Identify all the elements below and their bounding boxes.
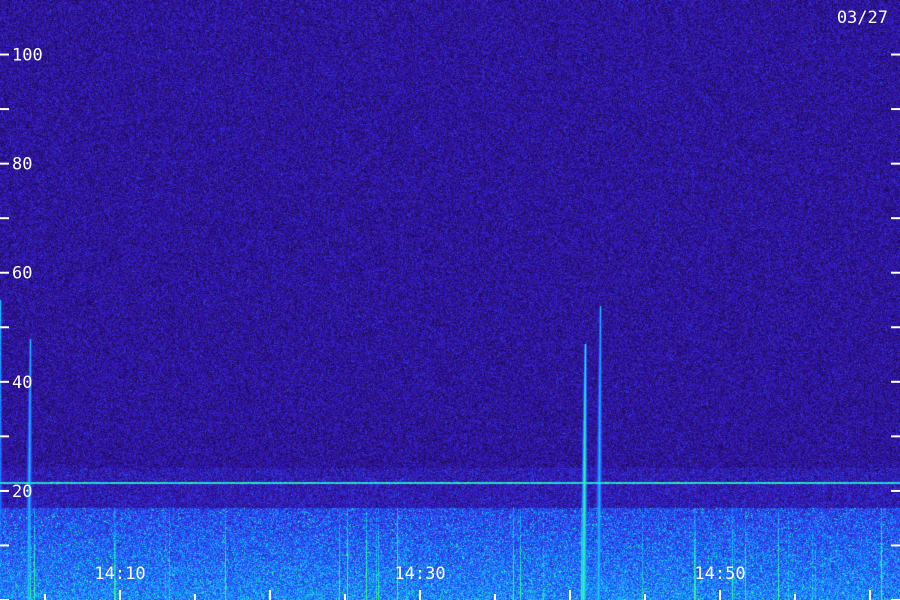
date-label: 03/27 [837, 8, 888, 28]
chart-axes: 20 40 60 80 100 14:10 14:30 14:50 03/27 [0, 8, 900, 600]
y-tick-labels: 20 40 60 80 100 [12, 46, 43, 502]
y-tick-label-60: 60 [12, 264, 32, 284]
y-tick-label-40: 40 [12, 373, 32, 393]
y-tick-label-100: 100 [12, 46, 43, 66]
x-tick-label-1450: 14:50 [694, 564, 745, 584]
x-tick-labels: 14:10 14:30 14:50 [94, 564, 745, 584]
x-tick-marks [44, 590, 871, 600]
y-tick-marks [0, 53, 900, 600]
y-tick-label-80: 80 [12, 155, 32, 175]
spectrogram-chart: 20 40 60 80 100 14:10 14:30 14:50 03/27 [0, 0, 900, 600]
x-tick-label-1410: 14:10 [94, 564, 145, 584]
y-tick-label-20: 20 [12, 482, 32, 502]
x-tick-label-1430: 14:30 [394, 564, 445, 584]
